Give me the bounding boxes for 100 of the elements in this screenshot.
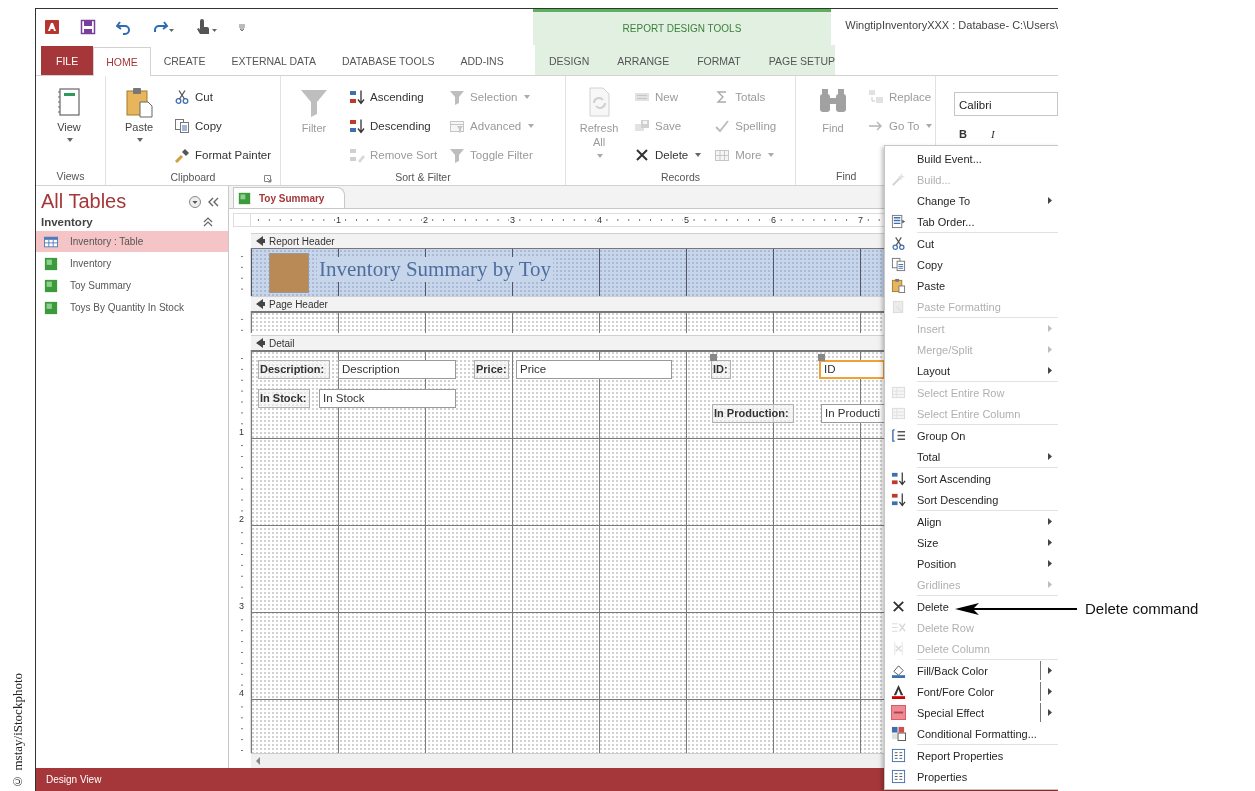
ribbon-tab[interactable]: PAGE SETUP xyxy=(754,46,850,75)
submenu-arrow-icon xyxy=(1047,538,1053,547)
menu-item[interactable]: Sort Descending xyxy=(885,489,1058,510)
field-label[interactable]: In Stock: xyxy=(258,389,310,408)
field-label[interactable]: ID: xyxy=(711,360,731,379)
ribbon-tab[interactable]: HOME xyxy=(93,47,151,76)
ruler-number: 1 xyxy=(238,427,245,437)
menu-item[interactable]: Conditional Formatting... xyxy=(885,723,1058,744)
section-arrow-icon xyxy=(255,235,266,247)
ruler-number: 5 xyxy=(683,215,690,225)
menu-item[interactable]: Size xyxy=(885,532,1058,553)
font-color-icon xyxy=(890,684,906,699)
field-label[interactable]: Price: xyxy=(474,360,509,379)
menu-item[interactable]: Build Event... xyxy=(885,148,1058,169)
menu-item[interactable]: Tab Order... xyxy=(885,211,1058,232)
menu-item[interactable]: Copy xyxy=(885,254,1058,275)
ribbon-button[interactable]: Paste xyxy=(116,82,162,143)
document-tab[interactable]: Toy Summary xyxy=(233,187,346,208)
navigation-item[interactable]: Inventory xyxy=(36,253,228,274)
menu-item[interactable]: Special Effect xyxy=(885,702,1058,723)
text-box[interactable]: ID xyxy=(819,360,885,379)
ribbon-tab[interactable]: CREATE xyxy=(150,46,219,75)
text-box[interactable]: In Producti xyxy=(821,404,885,423)
grid-icon xyxy=(890,726,906,741)
bold-button[interactable]: B xyxy=(959,128,967,141)
menu-item[interactable]: Delete xyxy=(885,596,1058,617)
menu-item[interactable]: Change To xyxy=(885,190,1058,211)
clipboard-icon xyxy=(890,299,906,314)
sort-icon xyxy=(349,88,365,105)
clipboard-icon xyxy=(890,278,906,293)
menu-item[interactable]: Total xyxy=(885,446,1058,467)
submenu-arrow-icon xyxy=(1047,708,1053,717)
file-tab[interactable]: FILE xyxy=(41,46,94,75)
italic-button[interactable]: I xyxy=(990,128,995,141)
ribbon-button[interactable]: Delete xyxy=(634,140,703,169)
ribbon-button[interactable]: Copy xyxy=(174,111,272,140)
table-icon xyxy=(44,234,58,249)
menu-item[interactable]: Align xyxy=(885,511,1058,532)
submenu-arrow-icon xyxy=(1047,559,1053,568)
field-label[interactable]: In Production: xyxy=(712,404,794,423)
navigation-item[interactable]: Toy Summary xyxy=(36,275,228,296)
delete-icon xyxy=(890,620,906,635)
menu-item[interactable]: Group On xyxy=(885,425,1058,446)
filter-icon xyxy=(449,146,466,163)
report-icon xyxy=(238,191,251,205)
report-icon xyxy=(44,278,58,293)
menu-item[interactable]: Report Properties xyxy=(885,745,1058,766)
ribbon-tab[interactable]: FORMAT xyxy=(683,46,755,75)
section-arrow-icon xyxy=(255,337,266,349)
menu-item[interactable]: Properties xyxy=(885,766,1058,787)
menu-item[interactable]: Fill/Back Color xyxy=(885,660,1058,681)
group-header[interactable]: Inventory xyxy=(41,216,93,228)
ribbon-tab[interactable]: DATABASE TOOLS xyxy=(328,46,448,75)
copy-icon xyxy=(174,117,190,134)
navigation-item[interactable]: Toys By Quantity In Stock xyxy=(36,297,228,318)
menu-item[interactable]: Position xyxy=(885,553,1058,574)
redo-icon xyxy=(152,19,175,35)
menu-item[interactable]: Sort Ascending xyxy=(885,468,1058,489)
submenu-arrow-icon xyxy=(1047,196,1053,205)
ribbon-button[interactable]: View xyxy=(46,82,92,143)
image-placeholder xyxy=(269,253,309,293)
menu-item[interactable]: Layout xyxy=(885,360,1058,381)
wand-icon xyxy=(890,172,906,187)
navigation-item[interactable]: Inventory : Table xyxy=(36,231,228,252)
move-handle[interactable] xyxy=(710,354,717,361)
sort-icon xyxy=(349,117,365,134)
report-title[interactable]: Inventory Summary by Toy xyxy=(317,257,554,282)
ribbon-tab[interactable]: EXTERNAL DATA xyxy=(218,46,329,75)
paint-bucket-icon xyxy=(890,663,906,678)
ribbon-button[interactable]: Descending xyxy=(349,111,438,140)
ruler-number: 4 xyxy=(596,215,603,225)
ruler-number: 3 xyxy=(238,601,245,611)
field-label[interactable]: Description: xyxy=(258,360,330,379)
ribbon-button[interactable]: Format Painter xyxy=(174,140,272,169)
list-icon xyxy=(890,214,906,229)
ruler-number: 2 xyxy=(422,215,429,225)
move-handle[interactable] xyxy=(818,354,825,361)
scissors-icon xyxy=(174,88,190,105)
ribbon-tab[interactable]: ARRANGE xyxy=(603,46,684,75)
ribbon-tab[interactable]: ADD-INS xyxy=(447,46,517,75)
font-name-field[interactable]: Calibri xyxy=(954,92,1058,116)
scroll-left-icon xyxy=(254,756,262,766)
navigation-title: All Tables xyxy=(41,190,127,213)
grid-icon xyxy=(890,406,906,421)
text-box[interactable]: Description xyxy=(338,360,456,379)
menu-item[interactable]: Paste xyxy=(885,275,1058,296)
text-box[interactable]: Price xyxy=(516,360,672,379)
group-label: Clipboard xyxy=(170,171,216,183)
submenu-arrow-icon xyxy=(1047,580,1053,589)
sort-icon xyxy=(890,492,906,507)
save-icon xyxy=(634,117,650,134)
ribbon-button[interactable]: Ascending xyxy=(349,82,438,111)
text-box[interactable]: In Stock xyxy=(319,389,456,408)
grid-icon xyxy=(890,385,906,400)
collapse-icon xyxy=(206,195,220,208)
ribbon-tab[interactable]: DESIGN xyxy=(535,46,604,75)
ribbon-button[interactable]: Cut xyxy=(174,82,272,111)
menu-item[interactable]: Font/Fore Color xyxy=(885,681,1058,702)
credit-text: © mstay/iStockphoto xyxy=(9,673,26,789)
scissors-icon xyxy=(890,236,906,251)
